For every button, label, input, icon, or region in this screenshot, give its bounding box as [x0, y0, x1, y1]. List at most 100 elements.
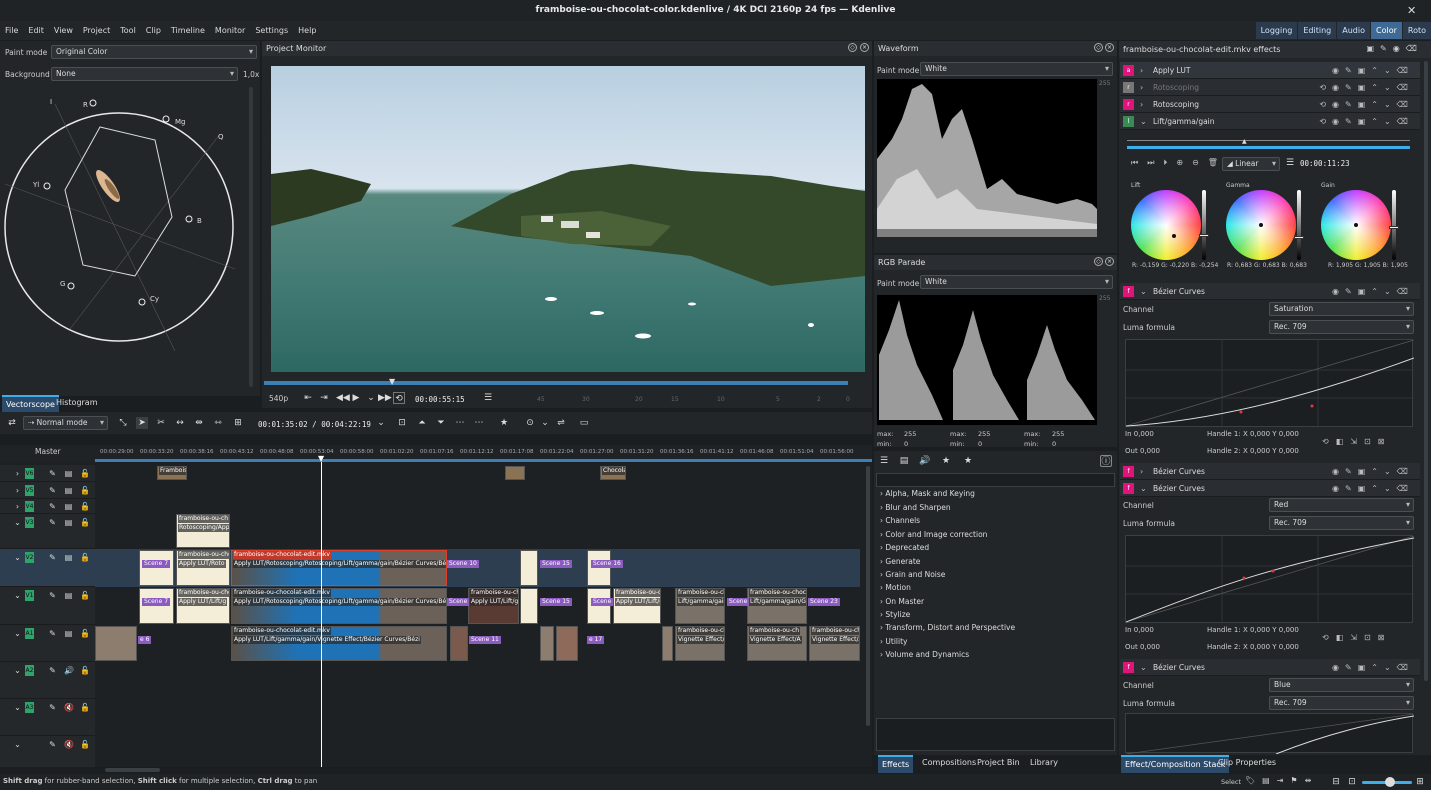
track-header-v6[interactable]: › V6 ✎ ▤ 🔓	[0, 465, 95, 482]
effect-rotoscoping-1[interactable]: r › Rotoscoping ⟲◉✎▣⌃⌄⌫	[1120, 79, 1420, 96]
menu-monitor[interactable]: Monitor	[210, 21, 250, 40]
gain-color-wheel[interactable]	[1321, 190, 1391, 260]
effect-controls-icons[interactable]: ⟲◉✎▣⌃⌄⌫	[1319, 96, 1414, 113]
clip-v2-selected[interactable]: framboise-ou-chocolat-edit.mkv Apply LUT/…	[231, 550, 447, 586]
clip-a1-b[interactable]	[450, 626, 468, 661]
clip-a1-g[interactable]: framboise-ou-ch Vignette Effect/A	[747, 626, 807, 661]
float-icon[interactable]: ◇	[1094, 43, 1103, 52]
insert-icon[interactable]: ⋯	[473, 417, 485, 429]
keyframe-toolbar-icons[interactable]: ⏮⏭⏵⊕⊖🗑	[1131, 158, 1227, 168]
playhead-line[interactable]	[321, 462, 322, 767]
track-header-a1[interactable]: ⌄ A1 ✎ ▤ 🔓	[0, 625, 95, 662]
clip-framboise-title[interactable]: Framboise	[157, 466, 187, 480]
monitor-video-frame[interactable]	[271, 66, 865, 372]
swap-icon[interactable]: ⇄	[6, 417, 18, 429]
target-icon[interactable]: ⊙	[524, 417, 536, 429]
marker-scene-16[interactable]: Scene 16	[591, 560, 623, 568]
keyframe-timecode[interactable]: 00:00:11:23	[1300, 159, 1350, 168]
tab-library[interactable]: Library	[1026, 755, 1062, 771]
menu-file[interactable]: File	[0, 21, 23, 40]
marker-scene-b[interactable]: Scene	[591, 598, 614, 606]
gamma-luma-slider[interactable]	[1294, 190, 1304, 260]
chevron-down-icon[interactable]: ⌄	[1140, 659, 1147, 676]
clip-v2-c[interactable]	[520, 550, 538, 586]
chevron-down-icon[interactable]: ⌄	[1140, 283, 1147, 300]
marker-scene[interactable]: Scene	[447, 598, 470, 606]
close-monitor-icon[interactable]: ×	[860, 43, 869, 52]
category-transform[interactable]: › Transform, Distort and Perspective	[880, 623, 1015, 632]
menu-settings[interactable]: Settings	[250, 21, 293, 40]
menu-icon[interactable]: ☰	[482, 392, 494, 404]
slide-tool-icon[interactable]: ⇿	[212, 417, 224, 429]
background-select[interactable]: None	[51, 67, 238, 81]
overwrite-icon[interactable]: ⋯	[454, 417, 466, 429]
razor-tool-icon[interactable]: ✂	[155, 417, 167, 429]
category-alpha[interactable]: › Alpha, Mask and Keying	[880, 489, 975, 498]
effect-bezier-red[interactable]: f ⌄ Bézier Curves ◉✎▣⌃⌄⌫	[1120, 480, 1420, 497]
close-icon[interactable]: ✕	[1407, 0, 1421, 21]
workspace-color[interactable]: Color	[1370, 22, 1402, 39]
clip-v2-d[interactable]	[587, 550, 611, 586]
stack-scrollbar[interactable]	[1424, 61, 1428, 681]
clip-v2-b[interactable]: framboise-ou-chocolat-edit.mkvApply LUT/…	[176, 550, 230, 586]
chevron-down-icon[interactable]: ⌄	[1140, 113, 1147, 130]
track-header-v5[interactable]: › V5 ✎ ▤ 🔓	[0, 482, 95, 499]
curve-tools-icons[interactable]: ⟲◧⇲⊡⊠	[1322, 437, 1391, 446]
effect-controls-icons[interactable]: ⟲◉✎▣⌃⌄⌫	[1319, 79, 1414, 96]
clip-chocolat-title[interactable]: Chocolat	[600, 466, 626, 480]
marker-scene-10[interactable]: Scene 10	[447, 560, 479, 568]
play-dropdown-icon[interactable]: ⌄	[365, 392, 377, 404]
multicam-tool-icon[interactable]: ⊞	[232, 417, 244, 429]
track-header-v4[interactable]: › V4 ✎ ▤ 🔓	[0, 499, 95, 514]
ripple-tool-icon[interactable]: ⇹	[193, 417, 205, 429]
gain-luma-slider[interactable]	[1389, 190, 1399, 260]
interpolation-select[interactable]: ◢ Linear	[1222, 157, 1280, 171]
track-header-v1[interactable]: ⌄ V1 ✎ ▤ 🔓	[0, 587, 95, 625]
category-grain[interactable]: › Grain and Noise	[880, 570, 945, 579]
clip-v1-c[interactable]: framboise-ou-chocolatApply LUT/Lift/g	[468, 588, 519, 624]
menu-tool[interactable]: Tool	[115, 21, 141, 40]
effect-controls-icons[interactable]: ◉✎▣⌃⌄⌫	[1332, 659, 1414, 676]
category-color[interactable]: › Color and Image correction	[880, 530, 987, 539]
category-blur[interactable]: › Blur and Sharpen	[880, 503, 951, 512]
effect-controls-icons[interactable]: ⟲◉✎▣⌃⌄⌫	[1319, 113, 1414, 130]
edit-mode-select[interactable]: ⇢ Normal mode	[23, 416, 108, 430]
clip-a1-d[interactable]	[556, 626, 578, 661]
effect-lift-gamma-gain[interactable]: l ⌄ Lift/gamma/gain ⟲◉✎▣⌃⌄⌫	[1120, 113, 1420, 130]
marker-scene-c[interactable]: Scene	[727, 598, 750, 606]
selection-tool-icon[interactable]: ➤	[136, 417, 148, 429]
category-utility[interactable]: › Utility	[880, 637, 907, 646]
video-effects-icon[interactable]: ▤	[898, 455, 910, 467]
chevron-down-icon[interactable]: ⌄	[539, 417, 551, 429]
monitor-resolution[interactable]: 540p	[269, 394, 288, 403]
timeline-ruler[interactable]: Master 00:00:29:00 00:00:33:20 00:00:38:…	[0, 445, 872, 462]
zoom-fit-icon[interactable]: ⊡	[1346, 776, 1358, 788]
menu-clip[interactable]: Clip	[141, 21, 166, 40]
lift-icon[interactable]: ⏶	[416, 417, 428, 429]
clip-v1-a[interactable]	[139, 588, 174, 624]
workspace-logging[interactable]: Logging	[1255, 22, 1298, 39]
chevron-down-icon[interactable]: ⌄	[1140, 480, 1147, 497]
playhead-triangle-icon[interactable]: ▼	[318, 454, 324, 463]
vectorscope-scrollbar[interactable]	[249, 87, 253, 387]
tab-compositions[interactable]: Compositions	[918, 755, 980, 771]
luma-formula-select[interactable]: Rec. 709	[1269, 516, 1414, 530]
clip-v1-g[interactable]: framboise-ou-chocoLift/gamma/gain	[675, 588, 725, 624]
tab-effects[interactable]: Effects	[878, 755, 914, 773]
monitor-timecode[interactable]: 00:00:55:15	[415, 395, 465, 404]
marker-scene-17[interactable]: e 17	[587, 636, 605, 644]
clip-v1-h[interactable]: framboise-ou-choco Lift/gamma/gain/Gri	[747, 588, 807, 624]
chevron-right-icon[interactable]: ›	[1140, 463, 1143, 480]
keyframe-marker-icon[interactable]: ▲	[1242, 138, 1247, 145]
forward-icon[interactable]: ▶▶	[378, 392, 392, 404]
category-stylize[interactable]: › Stylize	[880, 610, 910, 619]
play-icon[interactable]: ▶	[350, 392, 362, 404]
subtitle-icon[interactable]: ▭	[578, 417, 590, 429]
tab-histogram[interactable]: Histogram	[52, 395, 102, 411]
luma-formula-select[interactable]: Rec. 709	[1269, 320, 1414, 334]
category-deprecated[interactable]: › Deprecated	[880, 543, 929, 552]
category-channels[interactable]: › Channels	[880, 516, 920, 525]
paint-mode-select[interactable]: Original Color	[51, 45, 257, 59]
tab-project-bin[interactable]: Project Bin	[973, 755, 1024, 771]
spacer-tool-icon[interactable]: ⤡	[117, 417, 129, 429]
